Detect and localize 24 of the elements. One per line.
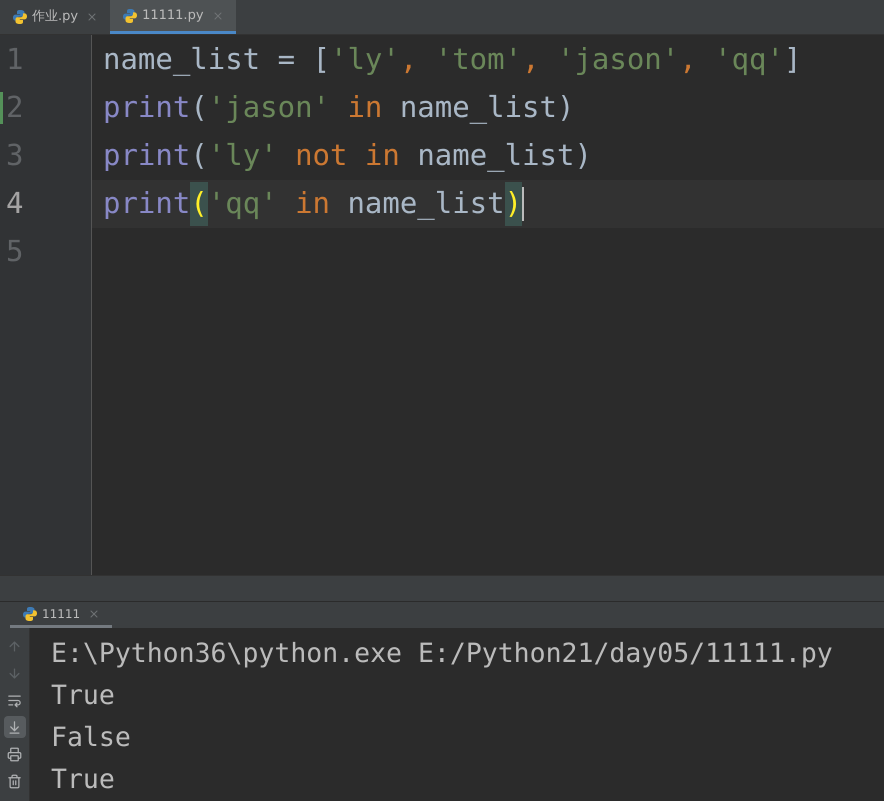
close-icon[interactable]: [88, 608, 100, 620]
trash-icon: [7, 774, 22, 788]
python-file-icon: [122, 8, 138, 24]
console-output-line: False: [51, 721, 132, 756]
code-line: print('jason' in name_list): [103, 89, 574, 126]
console-output-line: E:\Python36\python.exe E:/Python21/day05/11111.py: [51, 637, 834, 672]
change-marker: [0, 92, 3, 124]
code-line: name_list = ['ly', 'tom', 'jason', 'qq']: [103, 41, 802, 78]
close-icon[interactable]: [212, 10, 224, 22]
file-tab[interactable]: 11111.py: [110, 0, 236, 34]
print-icon: [7, 746, 22, 762]
python-icon: [22, 606, 38, 622]
code-line: print('ly' not in name_list): [103, 137, 592, 174]
arrow-down-icon: [7, 666, 22, 680]
python-file-icon: [12, 9, 28, 25]
close-icon[interactable]: [86, 11, 98, 23]
file-tab[interactable]: 作业.py: [0, 0, 110, 34]
code-line: print('qq' in name_list): [103, 182, 522, 226]
console-output-line: True: [51, 679, 116, 714]
scroll-to-end-icon: [7, 720, 22, 734]
wrap-icon: [7, 692, 22, 708]
console-output-line: True: [51, 763, 116, 798]
line-number: 4: [6, 185, 24, 222]
toolbar-button[interactable]: [4, 716, 26, 738]
